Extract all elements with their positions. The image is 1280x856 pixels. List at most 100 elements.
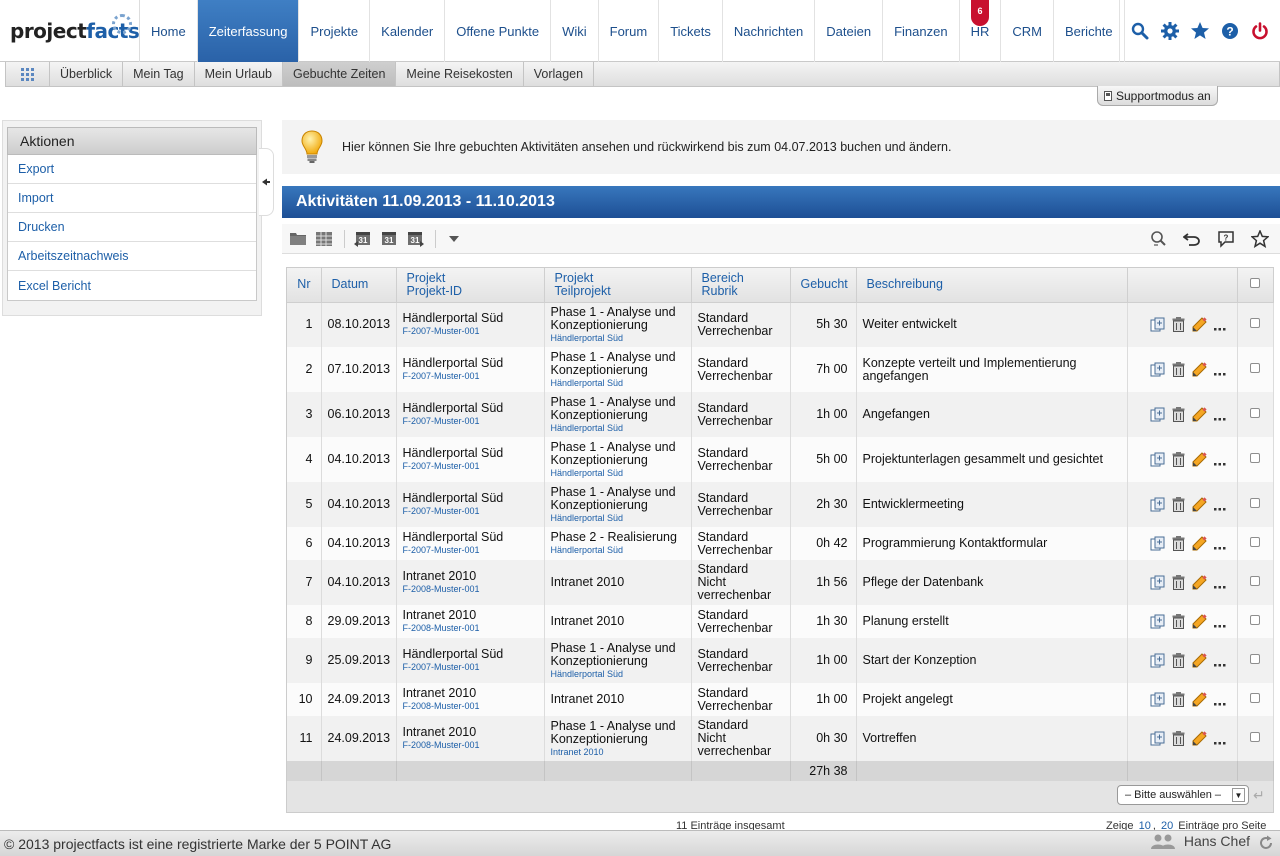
copy-icon[interactable]	[1149, 730, 1166, 747]
more-options-icon[interactable]	[1212, 535, 1229, 552]
sidebar-item-drucken[interactable]: Drucken	[8, 213, 256, 242]
subnav-item-meine-reisekosten[interactable]: Meine Reisekosten	[396, 62, 524, 86]
row-checkbox[interactable]	[1250, 576, 1260, 586]
more-options-icon[interactable]	[1212, 406, 1229, 423]
more-options-icon[interactable]	[1212, 652, 1229, 669]
edit-pencil-icon[interactable]	[1191, 451, 1208, 468]
return-arrow-icon[interactable]: ↵	[1253, 787, 1265, 804]
copy-icon[interactable]	[1149, 652, 1166, 669]
trash-icon[interactable]	[1170, 574, 1187, 591]
sidebar-item-export[interactable]: Export	[8, 155, 256, 184]
edit-pencil-icon[interactable]	[1191, 730, 1208, 747]
table-view-icon[interactable]	[312, 227, 336, 251]
edit-pencil-icon[interactable]	[1191, 496, 1208, 513]
more-options-icon[interactable]	[1212, 361, 1229, 378]
trash-icon[interactable]	[1170, 652, 1187, 669]
col-datum[interactable]: Datum	[321, 268, 397, 303]
help-icon[interactable]: ?	[1216, 17, 1244, 45]
trash-icon[interactable]	[1170, 496, 1187, 513]
copy-icon[interactable]	[1149, 496, 1166, 513]
calendar-next-icon[interactable]: 31	[403, 227, 427, 251]
table-row[interactable]: 10 24.09.2013 Intranet 2010 F-2008-Muster-0…	[287, 683, 1274, 716]
edit-pencil-icon[interactable]	[1191, 691, 1208, 708]
subnav-item-gebuchte-zeiten[interactable]: Gebuchte Zeiten	[283, 62, 397, 86]
nav-item-wiki[interactable]: Wiki	[551, 0, 599, 62]
row-checkbox[interactable]	[1250, 363, 1260, 373]
col-teilprojekt[interactable]: Projekt Teilprojekt	[544, 268, 692, 303]
copy-icon[interactable]	[1149, 691, 1166, 708]
dropdown-arrow-icon[interactable]	[442, 227, 466, 251]
table-row[interactable]: 11 24.09.2013 Intranet 2010 F-2008-Muster-0…	[287, 716, 1274, 761]
subnav-item-mein-urlaub[interactable]: Mein Urlaub	[195, 62, 283, 86]
row-checkbox[interactable]	[1250, 408, 1260, 418]
apps-grid-icon[interactable]	[6, 62, 50, 86]
calendar-today-icon[interactable]: 31	[377, 227, 401, 251]
copy-icon[interactable]	[1149, 361, 1166, 378]
current-user[interactable]: Hans Chef	[1150, 833, 1250, 849]
more-options-icon[interactable]	[1212, 691, 1229, 708]
trash-icon[interactable]	[1170, 361, 1187, 378]
nav-item-kalender[interactable]: Kalender	[370, 0, 446, 62]
undo-icon[interactable]	[1180, 227, 1204, 251]
nav-item-offene-punkte[interactable]: Offene Punkte	[445, 0, 552, 62]
select-all-checkbox[interactable]	[1250, 278, 1260, 289]
calendar-prev-icon[interactable]: 31	[351, 227, 375, 251]
trash-icon[interactable]	[1170, 316, 1187, 333]
nav-item-projekte[interactable]: Projekte	[299, 0, 371, 62]
row-checkbox[interactable]	[1250, 537, 1260, 547]
table-row[interactable]: 9 25.09.2013 Händlerportal Süd F-2007-Muste…	[287, 638, 1274, 683]
edit-pencil-icon[interactable]	[1191, 535, 1208, 552]
edit-pencil-icon[interactable]	[1191, 652, 1208, 669]
sidebar-item-import[interactable]: Import	[8, 184, 256, 213]
table-row[interactable]: 1 08.10.2013 Händlerportal Süd F-2007-Muste…	[287, 302, 1274, 347]
copy-icon[interactable]	[1149, 535, 1166, 552]
trash-icon[interactable]	[1170, 691, 1187, 708]
col-beschreibung[interactable]: Beschreibung	[856, 268, 1128, 303]
sidebar-collapse-toggle[interactable]	[259, 148, 274, 216]
more-options-icon[interactable]	[1212, 613, 1229, 630]
table-row[interactable]: 2 07.10.2013 Händlerportal Süd F-2007-Muste…	[287, 347, 1274, 392]
more-options-icon[interactable]	[1212, 451, 1229, 468]
table-row[interactable]: 3 06.10.2013 Händlerportal Süd F-2007-Muste…	[287, 392, 1274, 437]
nav-item-finanzen[interactable]: Finanzen	[883, 0, 960, 62]
subnav-item-überblick[interactable]: Überblick	[50, 62, 124, 86]
table-row[interactable]: 7 04.10.2013 Intranet 2010 F-2008-Muster-00…	[287, 560, 1274, 605]
gear-icon[interactable]	[1156, 17, 1184, 45]
feedback-icon[interactable]: ?	[1214, 227, 1238, 251]
edit-pencil-icon[interactable]	[1191, 613, 1208, 630]
nav-item-tickets[interactable]: Tickets	[659, 0, 723, 62]
nav-item-dateien[interactable]: Dateien	[815, 0, 884, 62]
nav-item-home[interactable]: Home	[140, 0, 198, 62]
nav-item-forum[interactable]: Forum	[599, 0, 660, 62]
projectfacts-logo[interactable]: project facts	[0, 0, 140, 62]
star-icon[interactable]	[1186, 17, 1214, 45]
row-checkbox[interactable]	[1250, 498, 1260, 508]
edit-pencil-icon[interactable]	[1191, 406, 1208, 423]
row-checkbox[interactable]	[1250, 693, 1260, 703]
nav-item-crm[interactable]: CRM	[1001, 0, 1054, 62]
more-options-icon[interactable]	[1212, 574, 1229, 591]
edit-pencil-icon[interactable]	[1191, 361, 1208, 378]
more-options-icon[interactable]	[1212, 730, 1229, 747]
power-icon[interactable]	[1246, 17, 1274, 45]
copy-icon[interactable]	[1149, 451, 1166, 468]
sidebar-item-arbeitszeitnachweis[interactable]: Arbeitszeitnachweis	[8, 242, 256, 271]
col-bereich[interactable]: Bereich Rubrik	[691, 268, 791, 303]
more-options-icon[interactable]	[1212, 496, 1229, 513]
trash-icon[interactable]	[1170, 613, 1187, 630]
subnav-item-mein-tag[interactable]: Mein Tag	[123, 62, 195, 86]
trash-icon[interactable]	[1170, 451, 1187, 468]
copy-icon[interactable]	[1149, 574, 1166, 591]
search-icon[interactable]	[1126, 17, 1154, 45]
nav-item-berichte[interactable]: Berichte	[1054, 0, 1125, 62]
col-gebucht[interactable]: Gebucht	[790, 268, 857, 303]
row-checkbox[interactable]	[1250, 318, 1260, 329]
search-filter-icon[interactable]	[1146, 227, 1170, 251]
col-projekt[interactable]: Projekt Projekt-ID	[396, 268, 545, 303]
row-checkbox[interactable]	[1250, 615, 1260, 625]
nav-item-hr[interactable]: 6 HR	[960, 0, 1002, 62]
support-mode-button[interactable]: Supportmodus an	[1097, 86, 1218, 106]
table-row[interactable]: 6 04.10.2013 Händlerportal Süd F-2007-Muste…	[287, 527, 1274, 560]
row-checkbox[interactable]	[1250, 732, 1260, 742]
table-row[interactable]: 5 04.10.2013 Händlerportal Süd F-2007-Muste…	[287, 482, 1274, 527]
